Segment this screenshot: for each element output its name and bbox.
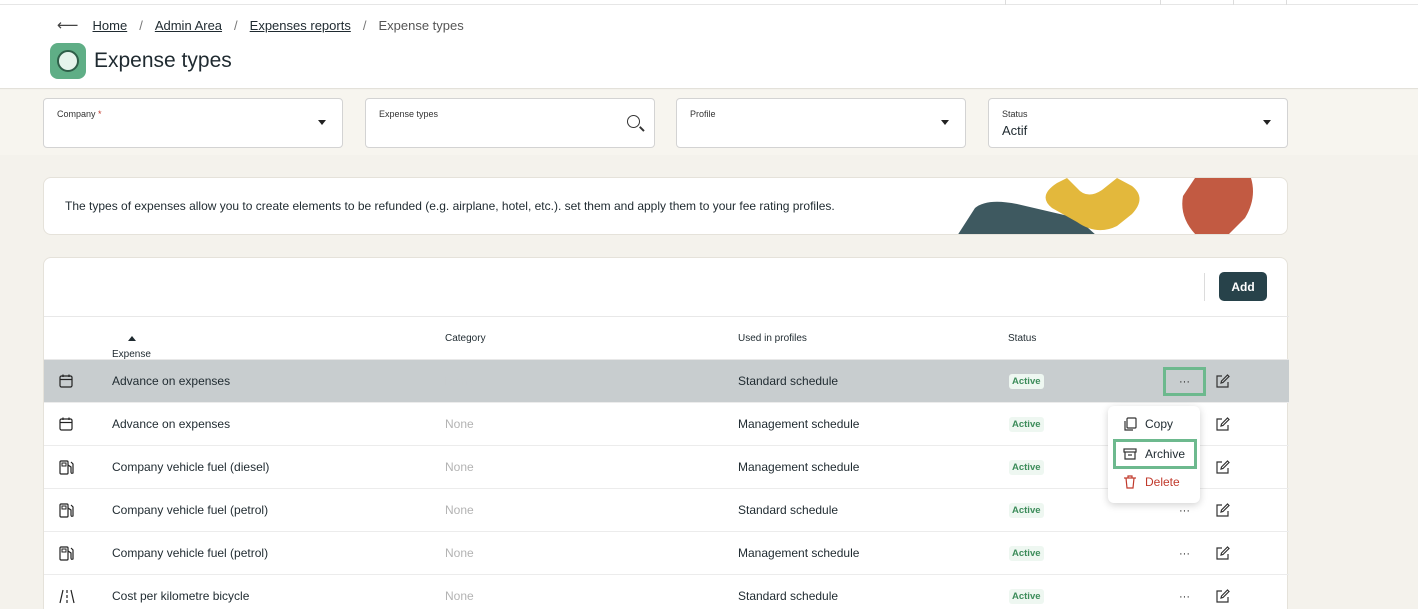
menu-item-delete[interactable]: Delete [1113,467,1197,497]
breadcrumb-separator: / [234,17,238,33]
row-name: Cost per kilometre bicycle [112,589,250,603]
row-name: Advance on expenses [112,417,231,431]
row-profile: Management schedule [738,546,860,560]
row-name: Advance on expenses [112,374,231,388]
breadcrumb-admin-area[interactable]: Admin Area [155,18,222,33]
coins-icon [50,43,86,79]
expense-types-search-input[interactable]: Expense types [365,98,655,148]
status-label: Status [1002,109,1028,119]
edit-icon[interactable] [1215,589,1230,604]
row-name: Company vehicle fuel (petrol) [112,503,269,517]
back-arrow-icon[interactable]: ⟵ [57,16,79,34]
row-category: None [445,374,474,388]
breadcrumb-current: Expense types [378,17,464,33]
toolbar-divider [1204,273,1205,301]
table-row[interactable]: Advance on expenses None Standard schedu… [44,360,1289,403]
search-icon[interactable] [627,115,640,128]
more-actions-button[interactable]: ··· [1163,367,1206,396]
chevron-down-icon [318,120,326,125]
profile-select[interactable]: Profile [676,98,966,148]
row-profile: Standard schedule [738,503,839,517]
info-text: The types of expenses allow you to creat… [65,199,835,213]
row-name: Company vehicle fuel (petrol) [112,546,269,560]
column-header-status[interactable]: Status [1008,333,1036,344]
trash-icon [1124,475,1136,489]
column-header-category[interactable]: Category [445,333,486,344]
road-icon [59,589,75,604]
row-name: Company vehicle fuel (diesel) [112,460,270,474]
menu-item-copy[interactable]: Copy [1113,409,1197,439]
page-title: Expense types [94,49,232,72]
edit-icon[interactable] [1215,417,1230,432]
edit-icon[interactable] [1215,503,1230,518]
table-row[interactable]: Company vehicle fuel (petrol) None Manag… [44,532,1289,575]
filter-bar: Company * Expense types Profile Status A… [0,90,1418,155]
row-profile: Management schedule [738,460,860,474]
chevron-down-icon [941,120,949,125]
info-banner: The types of expenses allow you to creat… [43,177,1288,235]
more-actions-button[interactable]: ··· [1163,582,1206,609]
status-select[interactable]: Status Actif [988,98,1288,148]
profile-label: Profile [690,109,716,119]
status-badge: Active [1009,546,1044,561]
table-row[interactable]: Company vehicle fuel (diesel) None Manag… [44,446,1289,489]
table-row[interactable]: Advance on expenses None Management sche… [44,403,1289,446]
status-value: Actif [1002,123,1028,138]
column-header-expense-types[interactable]: Expense types [112,333,151,371]
table-header: Expense types Category Used in profiles … [44,316,1289,371]
status-badge: Active [1009,374,1044,389]
table-row[interactable]: Company vehicle fuel (petrol) None Stand… [44,489,1289,532]
menu-item-copy-label: Copy [1145,417,1174,431]
edit-icon[interactable] [1215,546,1230,561]
row-profile: Standard schedule [738,589,839,603]
status-badge: Active [1009,589,1044,604]
breadcrumb-separator: / [362,17,367,33]
row-actions-menu: Copy Archive Delete [1108,406,1200,503]
row-profile: Standard schedule [738,374,839,388]
row-category: None [445,460,474,474]
calendar-icon [59,374,73,388]
expense-types-table-panel: Add Expense types Category Used in profi… [43,257,1289,609]
row-category: None [445,417,474,431]
row-category: None [445,546,474,560]
status-badge: Active [1009,460,1044,475]
add-button[interactable]: Add [1219,272,1267,301]
status-badge: Active [1009,503,1044,518]
expense-types-label: Expense types [379,109,439,119]
status-badge: Active [1009,417,1044,432]
column-header-used-in-profiles[interactable]: Used in profiles [738,333,807,344]
row-category: None [445,589,474,603]
calendar-icon [59,417,73,431]
row-category: None [445,503,474,517]
menu-item-archive[interactable]: Archive [1113,439,1197,469]
more-actions-button[interactable]: ··· [1163,539,1206,568]
sort-ascending-icon [128,335,136,341]
menu-item-archive-label: Archive [1145,447,1186,461]
company-select[interactable]: Company * [43,98,343,148]
fuel-pump-icon [59,460,74,475]
edit-icon[interactable] [1215,374,1230,389]
breadcrumb: ⟵ Home / Admin Area / Expenses reports /… [57,16,464,34]
breadcrumb-home[interactable]: Home [93,18,128,33]
chevron-down-icon [1263,120,1271,125]
page-header: ⟵ Home / Admin Area / Expenses reports /… [0,5,1418,89]
breadcrumb-expenses-reports[interactable]: Expenses reports [250,18,351,33]
company-label: Company * [57,109,102,119]
menu-item-delete-label: Delete [1145,475,1180,489]
copy-icon [1124,417,1137,431]
fuel-pump-icon [59,503,74,518]
fuel-pump-icon [59,546,74,561]
decorative-shapes-illustration [958,178,1253,234]
breadcrumb-separator: / [139,17,143,33]
table-row[interactable]: Cost per kilometre bicycle None Standard… [44,575,1289,609]
row-profile: Management schedule [738,417,860,431]
archive-icon [1123,448,1137,460]
edit-icon[interactable] [1215,460,1230,475]
